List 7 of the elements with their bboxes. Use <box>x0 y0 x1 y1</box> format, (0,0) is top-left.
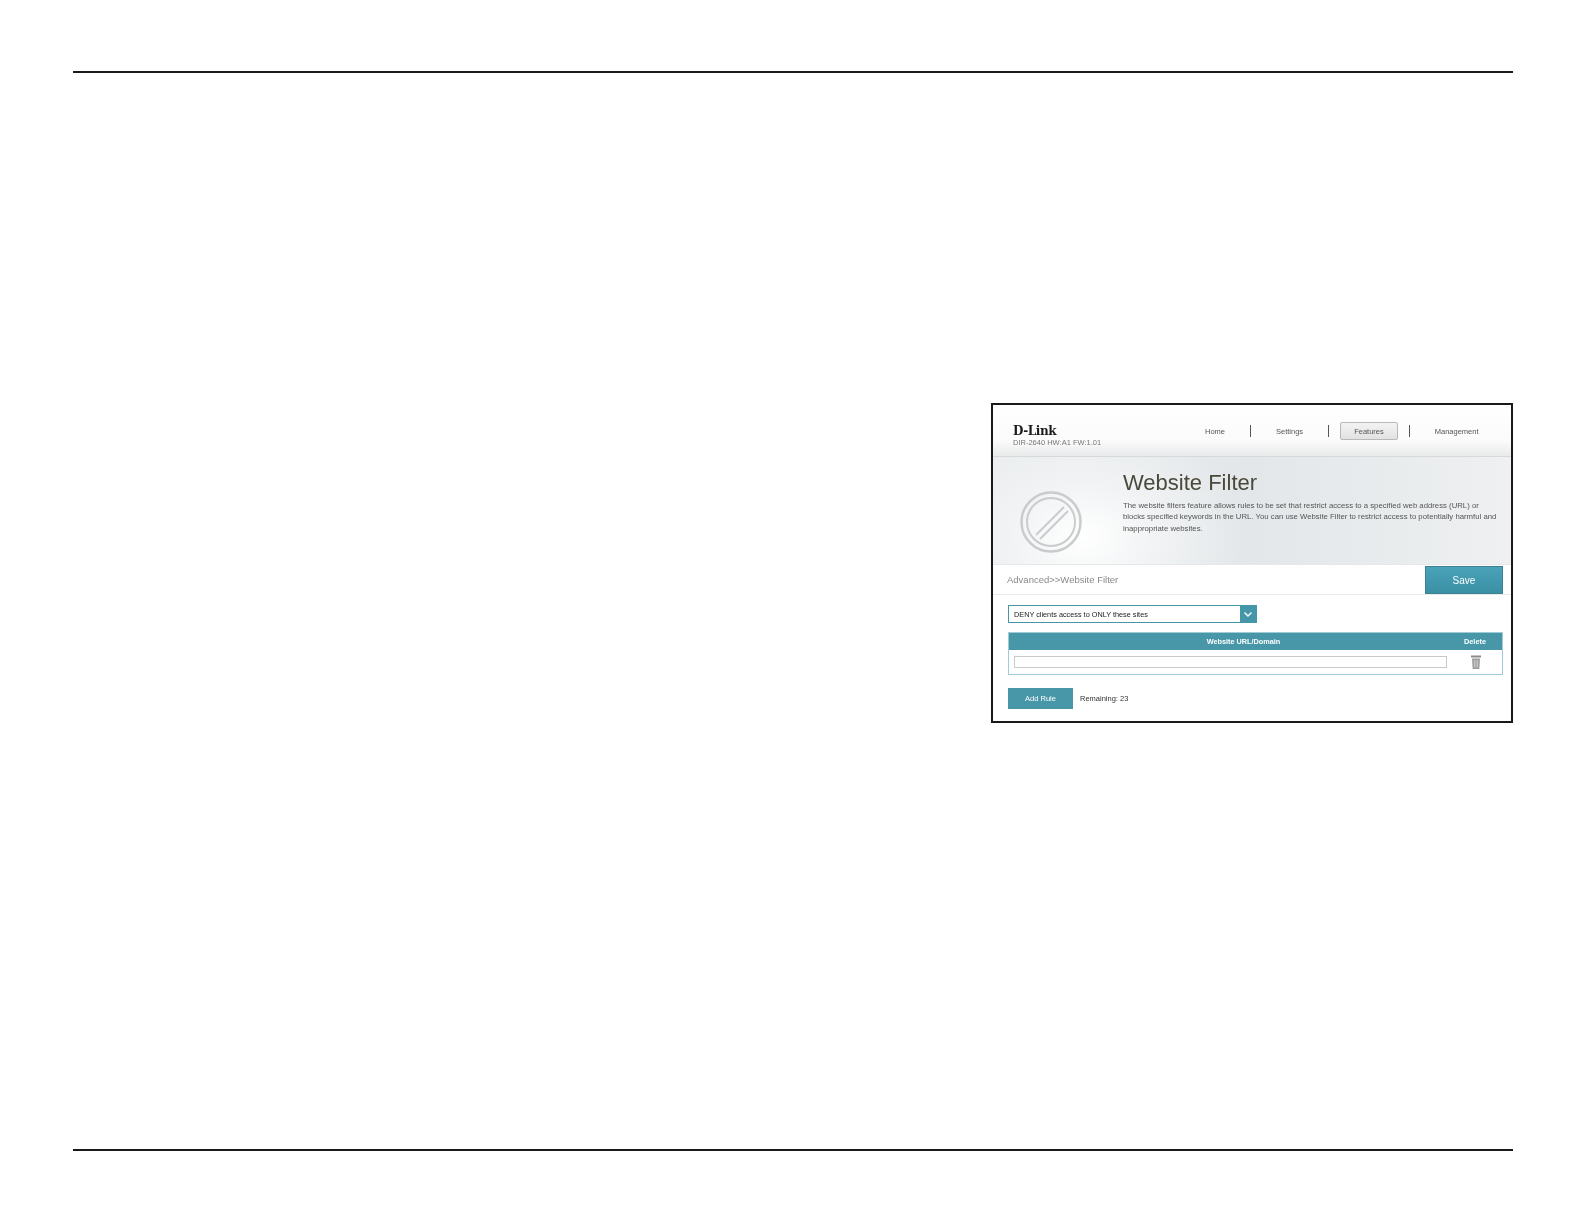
trash-icon[interactable] <box>1470 655 1481 669</box>
url-input-field[interactable] <box>1014 656 1447 668</box>
breadcrumb: Advanced>>Website Filter <box>1007 574 1119 585</box>
chevron-down-icon <box>1240 606 1256 622</box>
prohibited-icon <box>1019 490 1083 554</box>
page-title: Website Filter <box>1123 470 1259 496</box>
logo-text: D-Link <box>1013 425 1057 437</box>
